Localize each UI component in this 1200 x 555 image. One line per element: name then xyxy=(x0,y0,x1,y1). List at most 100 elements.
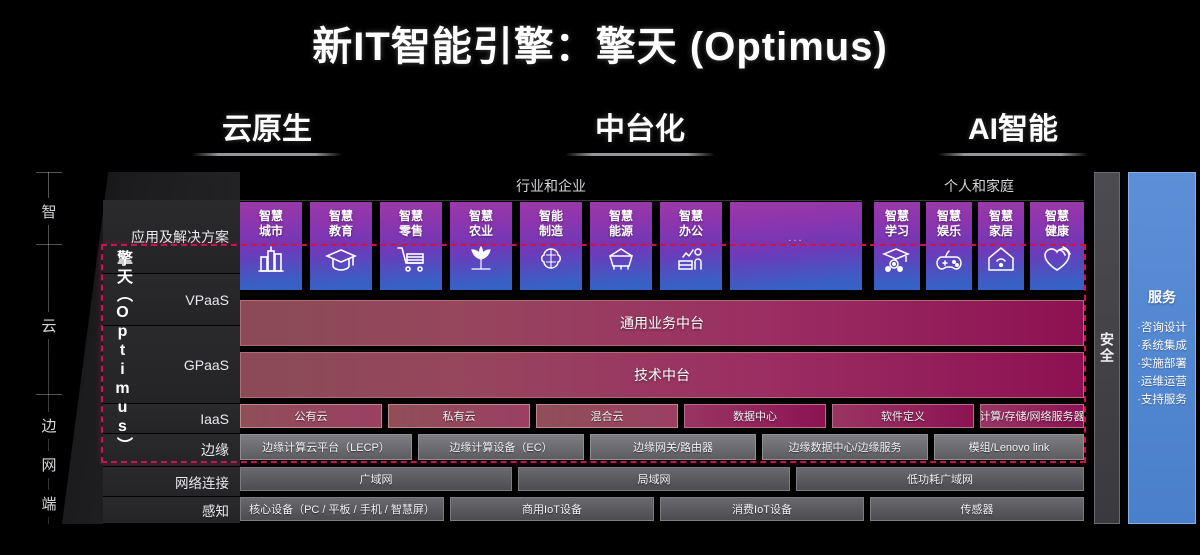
platform-bar-label: 技术中台 xyxy=(634,367,690,383)
service-item-support: ·支持服务 xyxy=(1137,394,1187,406)
security-column-label: 安全 xyxy=(1099,332,1115,364)
app-tile-smart-office[interactable]: 智慧 办公 xyxy=(660,202,722,290)
network-row: 广域网 局域网 低功耗广域网 xyxy=(240,467,1084,491)
app-tile-line1: 智慧 xyxy=(1044,209,1069,223)
service-item-integration: ·系统集成 xyxy=(1137,340,1187,352)
iaas-row: 公有云 私有云 混合云 数据中心 软件定义 计算/存储/网络服务器 xyxy=(240,404,1084,428)
app-tile-smart-entertainment[interactable]: 智慧 娱乐 xyxy=(926,202,972,290)
pillar-underline xyxy=(565,153,715,156)
gamepad-icon xyxy=(932,242,966,276)
network-chip-lan[interactable]: 局域网 xyxy=(518,467,790,491)
app-tile-line2: 办公 xyxy=(678,223,703,238)
app-tile-line1: 智慧 xyxy=(936,209,961,223)
plant-icon xyxy=(464,242,498,276)
app-tile-line2: 娱乐 xyxy=(936,223,961,238)
layer-axis: 智 云 边 网 端 xyxy=(28,172,70,524)
app-tile-smart-agriculture[interactable]: 智慧 农业 xyxy=(450,202,512,290)
pillar-label: 云原生 xyxy=(222,113,312,146)
row-label-column: 应用及解决方案 VPaaS GPaaS IaaS 边缘 网络连接 感知 xyxy=(103,172,240,524)
app-tile-smart-retail[interactable]: 智慧 零售 xyxy=(380,202,442,290)
pillar-midplatform: 中台化 xyxy=(565,104,715,156)
iaas-chip-software-defined[interactable]: 软件定义 xyxy=(832,404,974,428)
app-tile-line1: 智慧 xyxy=(608,209,633,223)
section-rule xyxy=(874,200,1084,201)
app-tile-smart-city[interactable]: 智慧 城市 xyxy=(240,202,302,290)
energy-icon xyxy=(604,242,638,276)
row-label-gpaas: GPaaS xyxy=(103,326,240,404)
app-tile-line2: 农业 xyxy=(468,223,493,238)
edge-chip-edge-dc[interactable]: 边缘数据中心/边缘服务 xyxy=(762,434,928,460)
row-label-vpaas: VPaaS xyxy=(103,274,240,326)
iaas-chip-private-cloud[interactable]: 私有云 xyxy=(388,404,530,428)
edge-chip-gateway[interactable]: 边缘网关/路由器 xyxy=(590,434,756,460)
iaas-chip-data-center[interactable]: 数据中心 xyxy=(684,404,826,428)
edge-chip-module[interactable]: 模组/Lenovo link xyxy=(934,434,1084,460)
ellipsis-icon: ... xyxy=(788,232,804,244)
sense-chip-sensor[interactable]: 传感器 xyxy=(870,497,1084,521)
graduation-cap-icon xyxy=(324,242,358,276)
office-icon xyxy=(674,242,708,276)
sense-chip-core-devices[interactable]: 核心设备（PC / 平板 / 手机 / 智慧屏） xyxy=(240,497,444,521)
app-tile-line1: 智慧 xyxy=(988,209,1013,223)
app-tile-more[interactable]: ... xyxy=(730,202,862,290)
page-title: 新IT智能引擎：擎天 (Optimus) xyxy=(312,25,888,69)
application-tiles: 智慧 城市 智慧 教育 智慧 零售 智慧 农业 智能 制造 智慧 能源 智慧 办… xyxy=(240,202,1084,290)
app-tile-line1: 智慧 xyxy=(468,209,493,223)
row-label-applications: 应用及解决方案 xyxy=(103,200,240,274)
city-icon xyxy=(254,242,288,276)
sense-chip-business-iot[interactable]: 商用IoT设备 xyxy=(450,497,654,521)
section-caption-consumer: 个人和家庭 xyxy=(874,172,1084,201)
iaas-chip-public-cloud[interactable]: 公有云 xyxy=(240,404,382,428)
app-tile-smart-health[interactable]: 智慧 健康 xyxy=(1030,202,1084,290)
app-tile-smart-home[interactable]: 智慧 家居 xyxy=(978,202,1024,290)
axis-tick xyxy=(36,244,62,245)
pillar-label: AI智能 xyxy=(968,113,1058,146)
app-tile-line2: 学习 xyxy=(884,223,909,238)
row-label-network: 网络连接 xyxy=(103,467,240,497)
app-tile-smart-energy[interactable]: 智慧 能源 xyxy=(590,202,652,290)
app-tile-line1: 智慧 xyxy=(258,209,283,223)
pillar-ai: AI智能 xyxy=(938,104,1088,156)
security-column[interactable]: 安全 xyxy=(1094,172,1120,524)
service-item-consulting: ·咨询设计 xyxy=(1137,322,1187,334)
platform-bar-technology[interactable]: 技术中台 xyxy=(240,352,1084,398)
axis-tick xyxy=(36,172,62,173)
service-item-operations: ·运维运营 xyxy=(1137,376,1187,388)
row-label-iaas: IaaS xyxy=(103,404,240,434)
app-tile-line1: 智慧 xyxy=(398,209,423,223)
edge-chip-lecp[interactable]: 边缘计算云平台（LECP） xyxy=(240,434,412,460)
app-tile-smart-education[interactable]: 智慧 教育 xyxy=(310,202,372,290)
pillar-label: 中台化 xyxy=(595,113,685,146)
app-tile-line2: 零售 xyxy=(398,223,423,238)
network-chip-lpwan[interactable]: 低功耗广域网 xyxy=(796,467,1084,491)
app-tile-smart-learning[interactable]: 智慧 学习 xyxy=(874,202,920,290)
edge-chip-ec-device[interactable]: 边缘计算设备（EC） xyxy=(418,434,584,460)
sense-chip-consumer-iot[interactable]: 消费IoT设备 xyxy=(660,497,864,521)
pillar-underline xyxy=(192,153,342,156)
app-tile-line2: 制造 xyxy=(538,223,563,238)
service-column-title: 服务 xyxy=(1148,289,1176,305)
service-item-deployment: ·实施部署 xyxy=(1137,358,1187,370)
axis-tick xyxy=(36,394,62,395)
gear-brain-icon xyxy=(534,242,568,276)
app-tile-line2: 能源 xyxy=(608,223,633,238)
row-label-edge: 边缘 xyxy=(103,434,240,467)
section-rule xyxy=(240,200,862,201)
iaas-chip-compute-storage-network[interactable]: 计算/存储/网络服务器 xyxy=(980,404,1084,428)
platform-bar-business[interactable]: 通用业务中台 xyxy=(240,300,1084,346)
app-tile-smart-manufacturing[interactable]: 智能 制造 xyxy=(520,202,582,290)
edge-row: 边缘计算云平台（LECP） 边缘计算设备（EC） 边缘网关/路由器 边缘数据中心… xyxy=(240,434,1084,460)
platform-bar-label: 通用业务中台 xyxy=(620,315,704,331)
app-tile-line1: 智慧 xyxy=(884,209,909,223)
pillar-cloud-native: 云原生 xyxy=(192,104,342,156)
section-caption-label: 个人和家庭 xyxy=(944,178,1014,194)
app-tile-line2: 教育 xyxy=(328,223,353,238)
network-chip-wan[interactable]: 广域网 xyxy=(240,467,512,491)
iaas-chip-hybrid-cloud[interactable]: 混合云 xyxy=(536,404,678,428)
axis-label-bian: 边 xyxy=(28,412,70,439)
service-column[interactable]: 服务 ·咨询设计 ·系统集成 ·实施部署 ·运维运营 ·支持服务 xyxy=(1128,172,1196,524)
app-tile-line2: 健康 xyxy=(1044,223,1069,238)
pillar-underline xyxy=(938,153,1088,156)
app-tile-line1: 智慧 xyxy=(678,209,703,223)
shopping-cart-icon xyxy=(394,242,428,276)
